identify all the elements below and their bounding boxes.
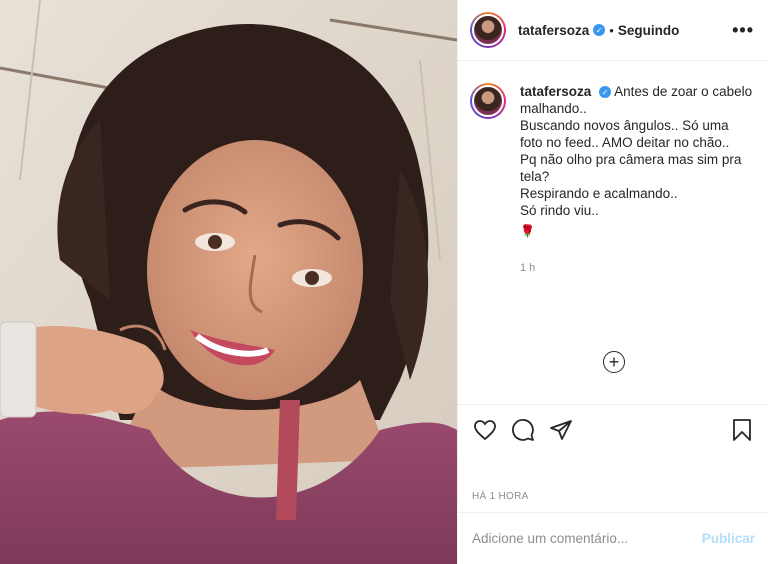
post-side-panel: tatafersoza ✓ • Seguindo ••• tatafersoza…: [457, 0, 768, 564]
share-button[interactable]: [548, 417, 574, 443]
post-header: tatafersoza ✓ • Seguindo •••: [458, 0, 768, 61]
caption-line: Pq não olho pra câmera mas sim pra: [520, 152, 742, 167]
caption-line: Antes de zoar o cabelo: [614, 84, 753, 99]
caption-timestamp[interactable]: 1 h: [520, 260, 752, 277]
caption-author-avatar[interactable]: [470, 83, 506, 119]
caption-line: Buscando novos ângulos.. Só uma: [520, 118, 729, 133]
like-button[interactable]: [472, 417, 498, 443]
more-options-icon[interactable]: •••: [732, 20, 754, 41]
caption-section: tatafersoza ✓ Antes de zoar o cabelo mal…: [458, 61, 768, 404]
caption-username[interactable]: tatafersoza: [520, 84, 591, 99]
caption-line: foto no feed.. AMO deitar no chão..: [520, 135, 730, 150]
bookmark-icon: [733, 418, 751, 441]
avatar-image: [472, 85, 504, 117]
avatar-image: [472, 14, 504, 46]
post-photo[interactable]: [0, 0, 457, 564]
verified-badge-icon: ✓: [599, 86, 612, 99]
comment-bar: Publicar: [458, 512, 768, 564]
comment-input[interactable]: [472, 531, 702, 546]
verified-badge-icon: ✓: [593, 24, 606, 36]
caption-line: tela?: [520, 169, 550, 184]
author-username[interactable]: tatafersoza: [518, 23, 589, 38]
caption-text: tatafersoza ✓ Antes de zoar o cabelo mal…: [520, 83, 752, 404]
separator-dot: •: [609, 22, 614, 38]
action-bar: [458, 404, 768, 454]
following-button[interactable]: Seguindo: [618, 23, 680, 38]
caption-line: Só rindo viu..: [520, 203, 599, 218]
save-button[interactable]: [729, 417, 755, 443]
selfie-image: [0, 0, 457, 564]
share-icon: [550, 419, 572, 440]
add-circle-icon[interactable]: +: [603, 351, 625, 373]
comment-icon: [512, 418, 534, 441]
publish-button[interactable]: Publicar: [702, 531, 755, 546]
rose-emoji: 🌹: [520, 224, 535, 238]
author-avatar[interactable]: [470, 12, 506, 48]
heart-icon: [474, 419, 496, 440]
comment-button[interactable]: [510, 417, 536, 443]
caption-line: Respirando e acalmando..: [520, 186, 678, 201]
caption-line: malhando..: [520, 101, 587, 116]
post-time[interactable]: HÁ 1 HORA: [472, 491, 529, 502]
